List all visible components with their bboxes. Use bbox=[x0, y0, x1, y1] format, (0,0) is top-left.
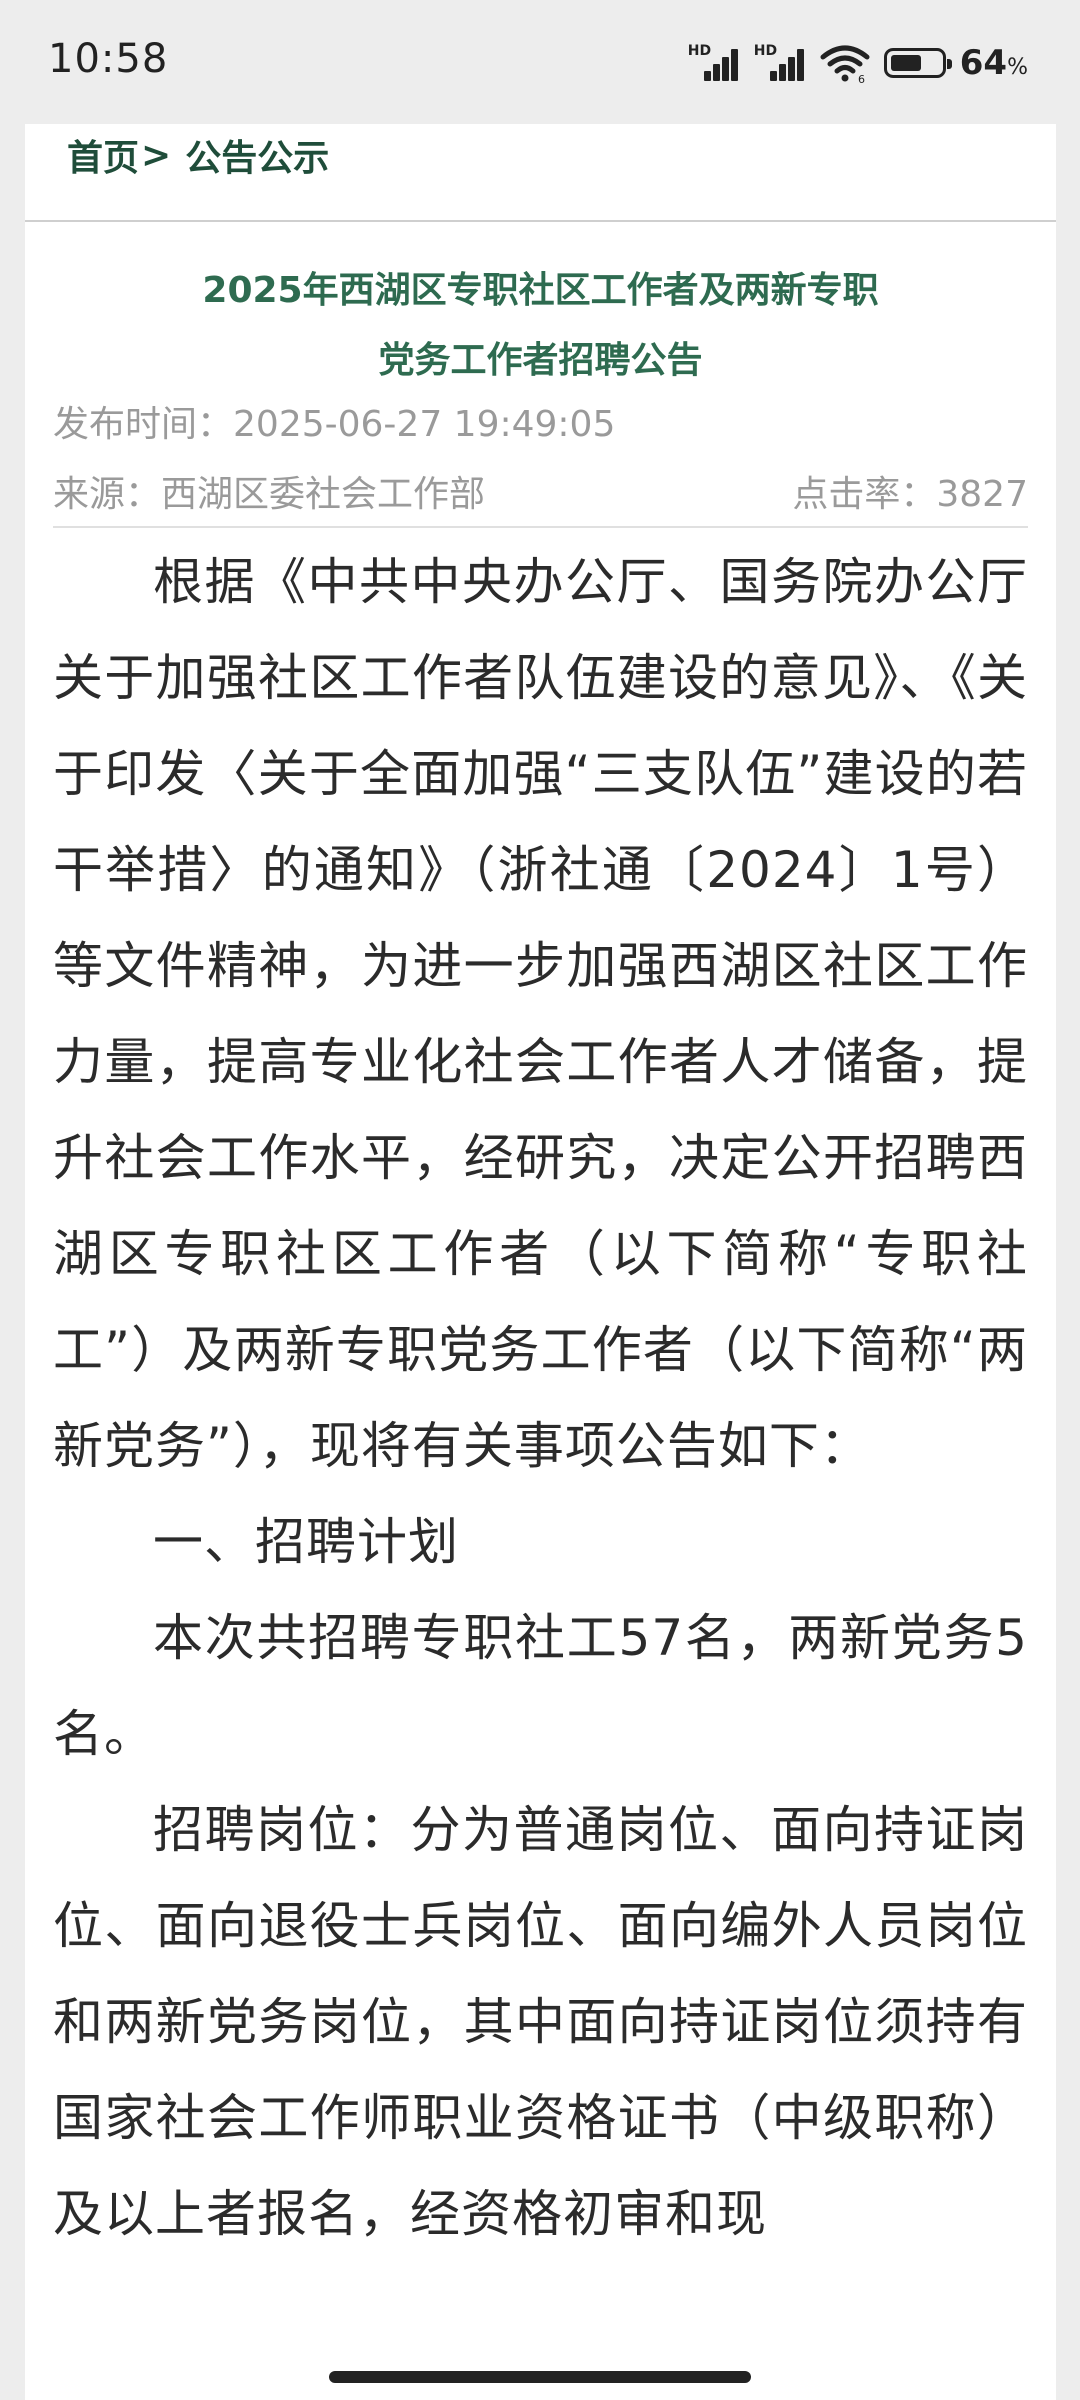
publish-label: 发布时间： bbox=[53, 404, 234, 445]
article-title-line2: 党务工作者招聘公告 bbox=[378, 340, 703, 381]
article-paragraph: 本次共招聘专职社工57名，两新党务5名。 bbox=[53, 1609, 1028, 1763]
status-bar: 10:58 HD HD 6 64% bbox=[0, 0, 1080, 124]
article-title: 2025年西湖区专职社区工作者及两新专职 党务工作者招聘公告 bbox=[25, 256, 1056, 396]
source-label: 来源： bbox=[53, 474, 162, 515]
signal-hd-label: HD bbox=[687, 43, 712, 59]
status-icons: HD HD 6 64% bbox=[688, 38, 1028, 88]
source-info: 来源：西湖区委社会工作部 点击率：3827 bbox=[53, 461, 1028, 521]
battery-icon bbox=[883, 48, 952, 78]
status-time: 10:58 bbox=[48, 36, 169, 82]
breadcrumb: 首页 > 公告公示 bbox=[67, 128, 329, 182]
publish-info: 发布时间：2025-06-27 19:49:05 bbox=[53, 391, 1028, 451]
clicks-count: 3827 bbox=[936, 474, 1028, 515]
article-title-line1: 2025年西湖区专职社区工作者及两新专职 bbox=[202, 270, 879, 311]
meta-divider bbox=[53, 526, 1028, 528]
article-paragraph: 根据《中共中央办公厅、国务院办公厅关于加强社区工作者队伍建设的意见》、《关于印发… bbox=[53, 553, 1028, 1475]
publish-time: 2025-06-27 19:49:05 bbox=[233, 404, 616, 445]
battery-percent: 64% bbox=[959, 43, 1028, 83]
article-body: 根据《中共中央办公厅、国务院办公厅关于加强社区工作者队伍建设的意见》、《关于印发… bbox=[53, 534, 1028, 2262]
signal-icon: HD bbox=[688, 43, 740, 83]
article-paragraph: 招聘岗位：分为普通岗位、面向持证岗位、面向退役士兵岗位、面向编外人员岗位和两新党… bbox=[53, 1801, 1028, 2243]
clicks-label: 点击率： bbox=[792, 474, 937, 515]
breadcrumb-current[interactable]: 公告公示 bbox=[185, 129, 329, 181]
breadcrumb-home-link[interactable]: 首页 bbox=[67, 129, 139, 181]
header-divider bbox=[25, 220, 1056, 222]
svg-text:6: 6 bbox=[858, 73, 865, 83]
gesture-bar[interactable] bbox=[329, 2371, 751, 2383]
wifi-icon: 6 bbox=[820, 45, 870, 83]
breadcrumb-separator: > bbox=[141, 134, 172, 176]
article-page: 首页 > 公告公示 2025年西湖区专职社区工作者及两新专职 党务工作者招聘公告… bbox=[25, 124, 1056, 2400]
source-value: 西湖区委社会工作部 bbox=[161, 474, 486, 515]
section-heading: 一、招聘计划 bbox=[153, 1513, 459, 1571]
signal-hd-label: HD bbox=[753, 43, 778, 59]
signal-icon: HD bbox=[754, 43, 806, 83]
